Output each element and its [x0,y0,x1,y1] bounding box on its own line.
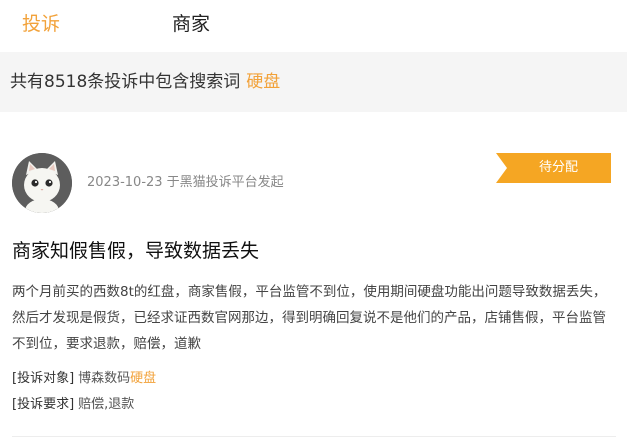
summary-text: 共有8518条投诉中包含搜索词 硬盘 [10,70,280,94]
target-keyword: 硬盘 [130,371,157,386]
tab-merchants[interactable]: 商家 [172,11,210,37]
complaint-body: 两个月前买的西数8t的红盘，商家售假，平台监管不到位，使用期间硬盘功能出问题导致… [12,284,607,352]
status-label: 待分配 [538,160,578,175]
complaint-card[interactable]: 2023-10-23 于黑猫投诉平台发起 待分配 商家知假售假，导致数据丢失 两… [0,112,627,439]
summary-keyword: 硬盘 [246,72,281,92]
search-summary: 共有8518条投诉中包含搜索词 硬盘 [0,52,627,112]
complaint-target: [投诉对象] 博森数码硬盘 [12,369,156,389]
card-divider [12,436,616,437]
summary-prefix: 共有8518条投诉中包含搜索词 [10,72,241,92]
tab-complaints[interactable]: 投诉 [22,11,60,37]
target-value: 博森数码 [78,371,131,386]
cat-avatar-icon [12,153,72,213]
complaint-title[interactable]: 商家知假售假，导致数据丢失 [12,238,259,264]
complaint-request: [投诉要求] 赔偿,退款 [12,395,134,415]
request-label: [投诉要求] [12,397,75,412]
target-label: [投诉对象] [12,371,75,386]
complaint-meta: 2023-10-23 于黑猫投诉平台发起 [87,175,284,190]
tab-bar: 投诉 商家 [0,0,627,52]
request-value: 赔偿,退款 [78,397,135,412]
status-badge: 待分配 [496,153,611,183]
